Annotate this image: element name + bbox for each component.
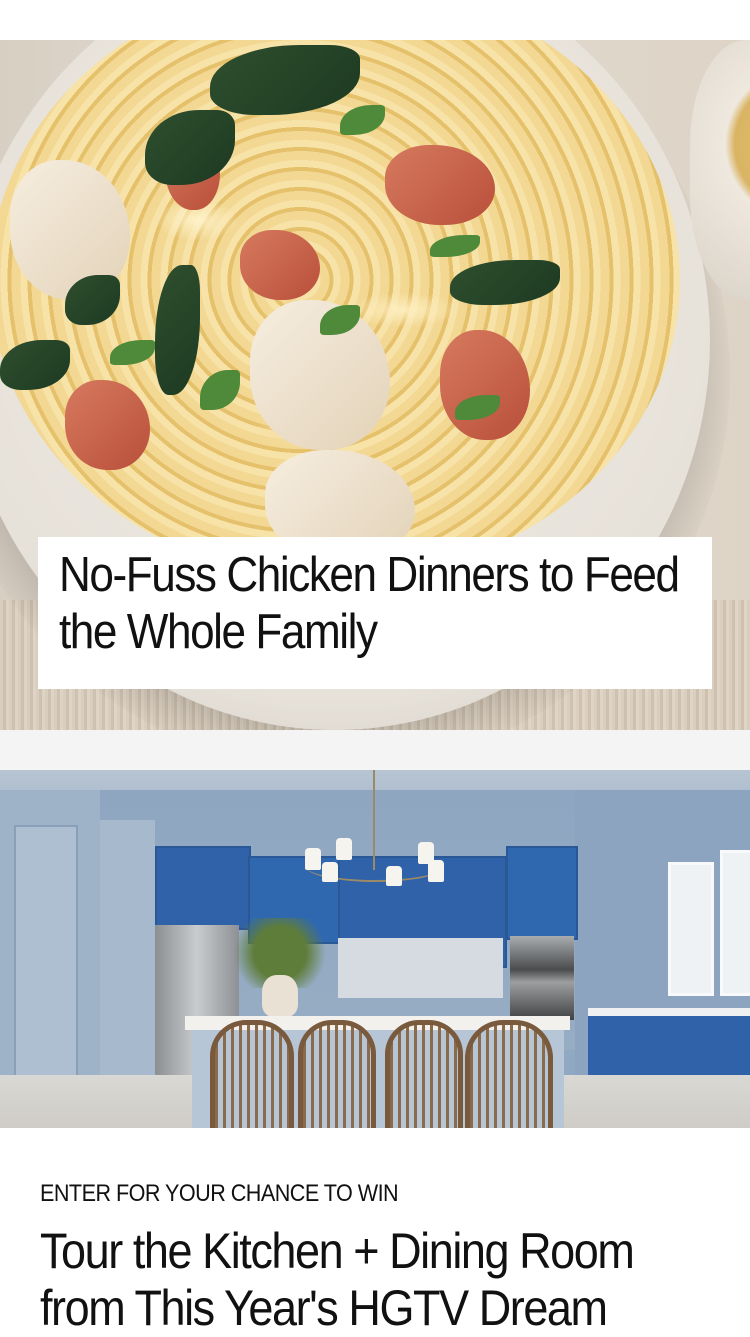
card-divider <box>0 730 750 770</box>
chandelier-shade <box>386 866 402 886</box>
bar-stool <box>298 1020 376 1128</box>
chandelier-shade <box>428 860 444 882</box>
bar-stool <box>465 1020 553 1128</box>
article-card-hgtv-dream[interactable]: ENTER FOR YOUR CHANCE TO WIN Tour the Ki… <box>0 1128 750 1337</box>
chandelier-shade <box>336 838 352 860</box>
window <box>668 862 714 996</box>
bar-stool <box>210 1020 294 1128</box>
vase <box>262 975 298 1017</box>
backsplash <box>338 938 503 998</box>
upper-cabinet <box>506 846 578 940</box>
chandelier-shade <box>305 848 321 870</box>
article-title[interactable]: Tour the Kitchen + Dining Room from This… <box>40 1223 724 1337</box>
chandelier-shade <box>322 862 338 882</box>
window <box>720 850 750 996</box>
article-card-chicken-dinners[interactable]: No-Fuss Chicken Dinners to Feed the Whol… <box>0 40 750 730</box>
headline-box: No-Fuss Chicken Dinners to Feed the Whol… <box>38 537 712 689</box>
wall-oven <box>510 936 574 1020</box>
article-eyebrow: ENTER FOR YOUR CHANCE TO WIN <box>40 1180 399 1207</box>
article-image-kitchen[interactable] <box>0 770 750 1128</box>
article-title[interactable]: No-Fuss Chicken Dinners to Feed the Whol… <box>59 547 689 661</box>
bar-stool <box>385 1020 463 1128</box>
